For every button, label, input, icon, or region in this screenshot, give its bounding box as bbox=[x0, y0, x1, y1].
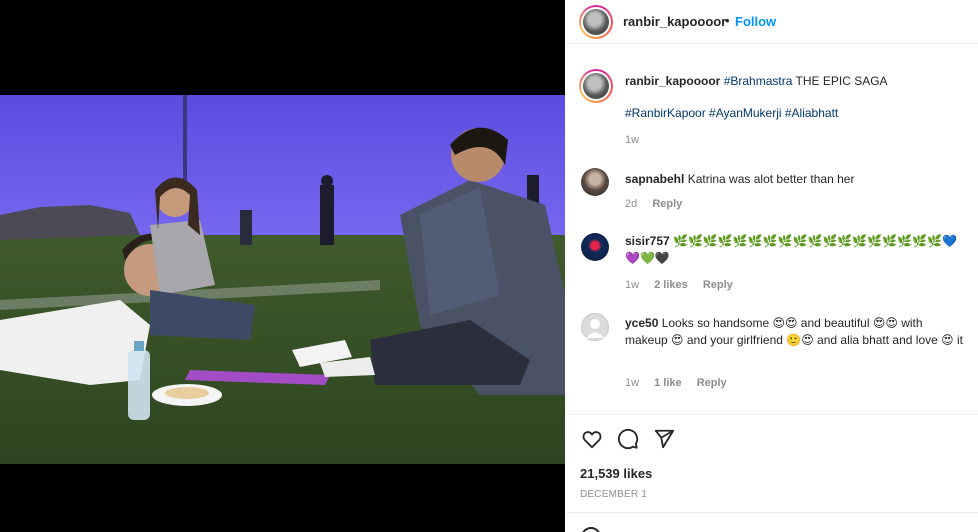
comment-text: yce50 Looks so handsome 😍😍 and beautiful… bbox=[625, 315, 966, 349]
post-image bbox=[0, 95, 565, 464]
author-username[interactable]: ranbir_kapoooor bbox=[623, 14, 726, 29]
comment-body: Looks so handsome 😍😍 and beautiful 😍😍 wi… bbox=[625, 316, 963, 347]
post-photo[interactable] bbox=[0, 95, 565, 464]
commenter-avatar[interactable] bbox=[581, 233, 609, 261]
post-header: ranbir_kapoooor • Follow bbox=[565, 0, 978, 44]
commenter-avatar[interactable] bbox=[581, 168, 609, 196]
comment-meta: 1w 1 like Reply bbox=[625, 377, 739, 389]
caption-hashtags[interactable]: #RanbirKapoor #AyanMukerji #Aliabhatt bbox=[625, 105, 966, 122]
share-icon[interactable] bbox=[653, 428, 675, 455]
reply-button[interactable]: Reply bbox=[697, 377, 727, 389]
comment-likes[interactable]: 2 likes bbox=[654, 279, 688, 291]
likes-count[interactable]: 21,539 likes bbox=[580, 466, 652, 481]
caption-avatar[interactable] bbox=[579, 69, 613, 103]
comment-text: sisir757 🌿🌿🌿🌿🌿🌿🌿🌿🌿🌿🌿🌿🌿🌿🌿🌿🌿🌿💙💜💚🖤 bbox=[625, 233, 966, 267]
hashtag-brahmastra[interactable]: #Brahmastra bbox=[724, 74, 793, 88]
caption-body: THE EPIC SAGA bbox=[792, 74, 888, 88]
comment-time[interactable]: 2d bbox=[625, 198, 637, 210]
add-comment-bar bbox=[565, 512, 978, 532]
comment-time[interactable]: 1w bbox=[625, 279, 639, 291]
media-panel bbox=[0, 0, 565, 532]
comment-time[interactable]: 1w bbox=[625, 377, 639, 389]
caption-text: ranbir_kapoooor #Brahmastra THE EPIC SAG… bbox=[625, 73, 966, 90]
header-separator: • bbox=[725, 13, 730, 28]
comments-list[interactable]: ranbir_kapoooor #Brahmastra THE EPIC SAG… bbox=[565, 45, 978, 415]
commenter-avatar[interactable] bbox=[581, 313, 609, 341]
comment-text: sapnabehl Katrina was alot better than h… bbox=[625, 171, 966, 188]
comment-meta: 2d Reply bbox=[625, 198, 694, 210]
commenter-username[interactable]: sapnabehl bbox=[625, 172, 684, 186]
commenter-username[interactable]: yce50 bbox=[625, 316, 658, 330]
default-avatar-icon bbox=[586, 319, 604, 338]
caption-meta: 1w bbox=[625, 134, 651, 146]
comment-body: Katrina was alot better than her bbox=[684, 172, 855, 186]
heart-icon[interactable] bbox=[581, 428, 603, 455]
reply-button[interactable]: Reply bbox=[652, 198, 682, 210]
comment-meta: 1w 2 likes Reply bbox=[625, 279, 745, 291]
caption-time[interactable]: 1w bbox=[625, 134, 639, 146]
instagram-post-view: ranbir_kapoooor • Follow ranbir_kapoooor… bbox=[0, 0, 978, 532]
reply-button[interactable]: Reply bbox=[703, 279, 733, 291]
author-avatar[interactable] bbox=[579, 5, 613, 39]
post-date[interactable]: DECEMBER 1 bbox=[580, 489, 647, 500]
post-sidebar: ranbir_kapoooor • Follow ranbir_kapoooor… bbox=[565, 0, 978, 532]
comment-body: 🌿🌿🌿🌿🌿🌿🌿🌿🌿🌿🌿🌿🌿🌿🌿🌿🌿🌿💙💜💚🖤 bbox=[625, 234, 957, 265]
comment-likes[interactable]: 1 like bbox=[654, 377, 682, 389]
caption-username[interactable]: ranbir_kapoooor bbox=[625, 74, 720, 88]
follow-button[interactable]: Follow bbox=[735, 14, 776, 29]
comment-icon[interactable] bbox=[617, 428, 639, 455]
commenter-username[interactable]: sisir757 bbox=[625, 234, 670, 248]
emoji-icon[interactable] bbox=[581, 527, 601, 532]
